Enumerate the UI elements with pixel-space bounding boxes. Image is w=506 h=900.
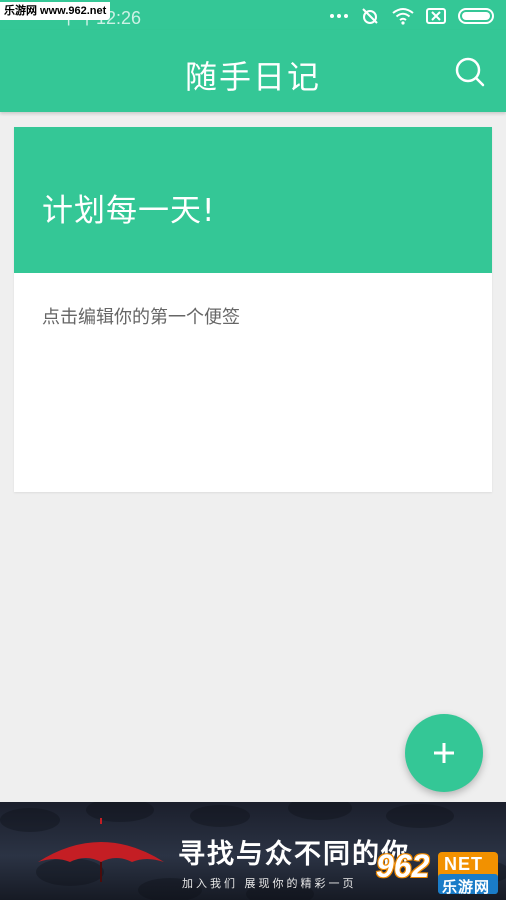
more-dots-icon xyxy=(330,14,348,18)
red-umbrella-image xyxy=(38,818,164,882)
note-card[interactable]: 计划每一天! 点击编辑你的第一个便签 xyxy=(14,127,492,492)
note-card-body[interactable]: 点击编辑你的第一个便签 xyxy=(42,303,240,329)
no-sim-icon xyxy=(426,8,446,24)
search-icon xyxy=(455,57,485,87)
status-bar: 乐游网 www.962.net 下午12:26 xyxy=(0,0,506,30)
wifi-icon xyxy=(392,8,414,25)
search-button[interactable] xyxy=(454,56,486,88)
add-note-button[interactable] xyxy=(405,714,483,792)
logo-net: NET xyxy=(444,854,483,874)
note-card-title: 计划每一天! xyxy=(42,193,216,229)
alarm-off-icon xyxy=(362,8,378,24)
battery-icon xyxy=(458,8,494,24)
note-card-header: 计划每一天! xyxy=(14,127,492,273)
plus-icon xyxy=(434,743,454,763)
watermark-label: 乐游网 www.962.net xyxy=(0,2,111,20)
logo-name: 乐游网 xyxy=(442,878,491,896)
app-bar: 随手日记 xyxy=(0,30,506,112)
962-logo: 962 NET 乐游网 xyxy=(370,848,500,896)
status-icons xyxy=(330,6,496,26)
app-title: 随手日记 xyxy=(184,58,321,96)
logo-number: 962 xyxy=(376,848,430,884)
banner-subline: 加入我们 展现你的精彩一页 xyxy=(182,877,357,890)
